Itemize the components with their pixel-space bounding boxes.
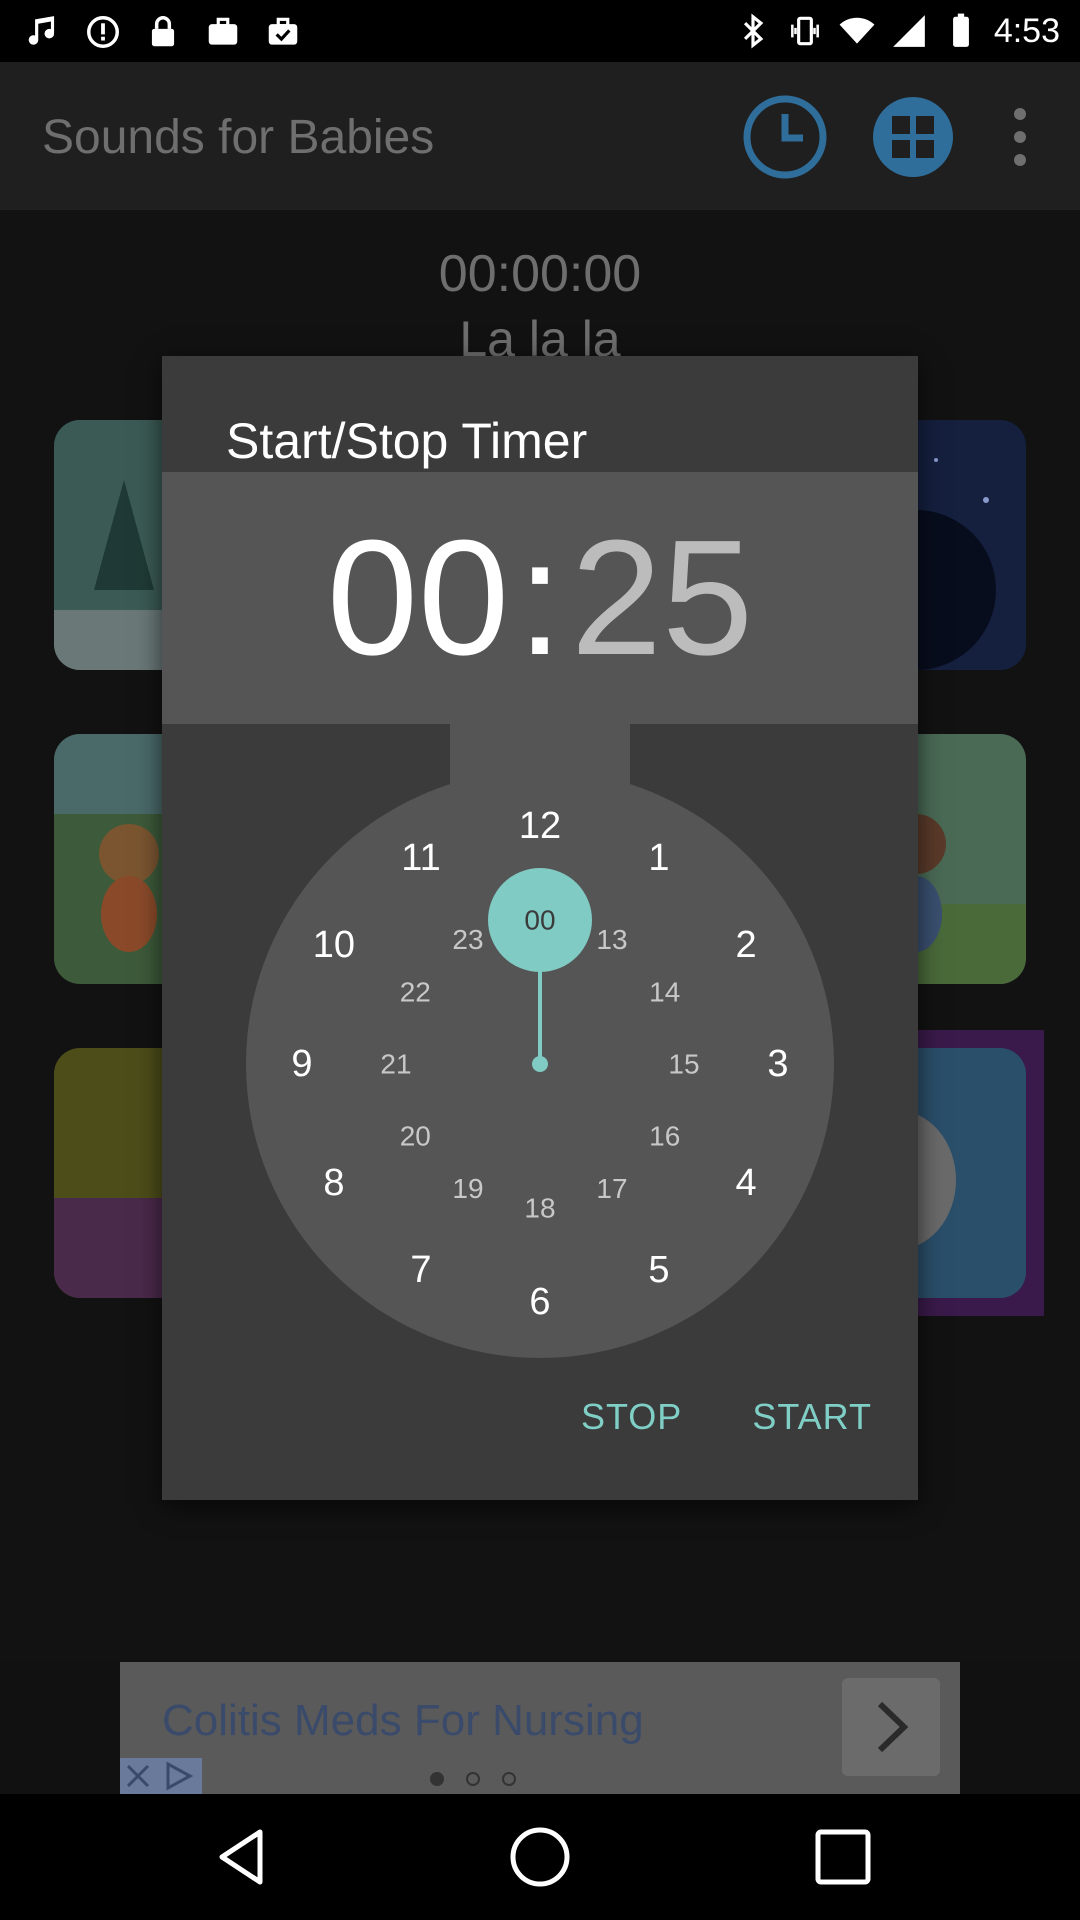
stop-button[interactable]: STOP (581, 1396, 682, 1438)
briefcase-check-icon (268, 17, 298, 45)
clock-number-inner[interactable]: 22 (400, 977, 431, 1008)
clock-number-inner[interactable]: 18 (524, 1193, 555, 1224)
pager-dot (430, 1772, 444, 1786)
ad-banner[interactable]: Colitis Meds For Nursing (120, 1662, 960, 1794)
lock-icon (151, 16, 175, 47)
status-time: 4:53 (993, 11, 1060, 50)
clock-number-inner[interactable]: 00 (524, 905, 555, 936)
clock-number-outer[interactable]: 7 (410, 1249, 431, 1291)
time-display: 00:25 (162, 516, 918, 680)
alert-circle-icon (87, 16, 119, 48)
clock-number-outer[interactable]: 6 (529, 1281, 550, 1323)
clock-number-outer[interactable]: 9 (291, 1043, 312, 1085)
ad-choices-icon[interactable] (120, 1758, 202, 1794)
clock-number-outer[interactable]: 1 (648, 837, 669, 879)
clock-center-dot (532, 1056, 548, 1072)
back-icon[interactable] (210, 1824, 276, 1890)
ad-text[interactable]: Colitis Meds For Nursing (162, 1696, 644, 1746)
time-header: 00:25 (162, 472, 918, 724)
clock-number-inner[interactable]: 21 (380, 1049, 411, 1080)
system-icons: 4:53 (734, 10, 1060, 52)
clock-number-inner[interactable]: 14 (649, 977, 680, 1008)
clock-number-inner[interactable]: 16 (649, 1121, 680, 1152)
bluetooth-icon (743, 13, 764, 49)
overflow-menu-icon[interactable] (990, 92, 1050, 182)
clock-number-inner[interactable]: 17 (596, 1173, 627, 1204)
pager-dot (502, 1772, 516, 1786)
clock-dial[interactable]: 121234567891011001314151617181920212223 (246, 770, 834, 1358)
clock-number-outer[interactable]: 4 (736, 1162, 757, 1204)
dialog-title: Start/Stop Timer (226, 413, 588, 469)
clock-number-inner[interactable]: 19 (452, 1173, 483, 1204)
elapsed-time: 00:00:00 (438, 245, 642, 303)
minutes-value[interactable]: 25 (571, 516, 753, 680)
vibrate-icon (790, 16, 819, 46)
clock-number-inner[interactable]: 13 (596, 924, 627, 955)
start-button[interactable]: START (752, 1396, 872, 1438)
briefcase-icon (208, 17, 238, 45)
notification-icons (24, 12, 302, 52)
clock-number-outer[interactable]: 11 (401, 837, 440, 879)
clock-number-inner[interactable]: 20 (400, 1121, 431, 1152)
hours-value[interactable]: 00 (327, 516, 509, 680)
pager-dot (466, 1772, 480, 1786)
clock-number-outer[interactable]: 10 (313, 924, 355, 966)
arrow-right-icon[interactable] (842, 1678, 940, 1776)
time-separator: : (517, 506, 563, 689)
clock-number-inner[interactable]: 15 (668, 1049, 699, 1080)
navigation-bar (0, 1794, 1080, 1920)
ad-pager-dots (430, 1772, 516, 1786)
clock-number-outer[interactable]: 2 (736, 924, 757, 966)
clock-number-outer[interactable]: 3 (767, 1043, 788, 1085)
clock-number-outer[interactable]: 5 (648, 1249, 669, 1291)
app-title: Sounds for Babies (42, 111, 435, 164)
clock-icon[interactable] (740, 92, 830, 182)
status-bar: 4:53 (0, 0, 1080, 62)
music-note-icon (28, 16, 55, 45)
grid-icon[interactable] (868, 92, 958, 182)
timer-dialog: Start/Stop Timer 00:25 12 1 2 3 4 5 6 7 8 9 10 11 00… (162, 356, 918, 1500)
recents-icon[interactable] (810, 1824, 876, 1890)
dialog-buttons: STOP START (581, 1396, 872, 1438)
home-icon[interactable] (507, 1824, 573, 1890)
clock-number-inner[interactable]: 23 (452, 924, 483, 955)
wifi-icon (839, 17, 875, 44)
clock-number-outer[interactable]: 8 (323, 1162, 344, 1204)
battery-icon (952, 13, 969, 47)
clock-number-outer[interactable]: 12 (519, 805, 561, 847)
app-bar: Sounds for Babies (0, 62, 1080, 210)
signal-icon (892, 15, 925, 47)
